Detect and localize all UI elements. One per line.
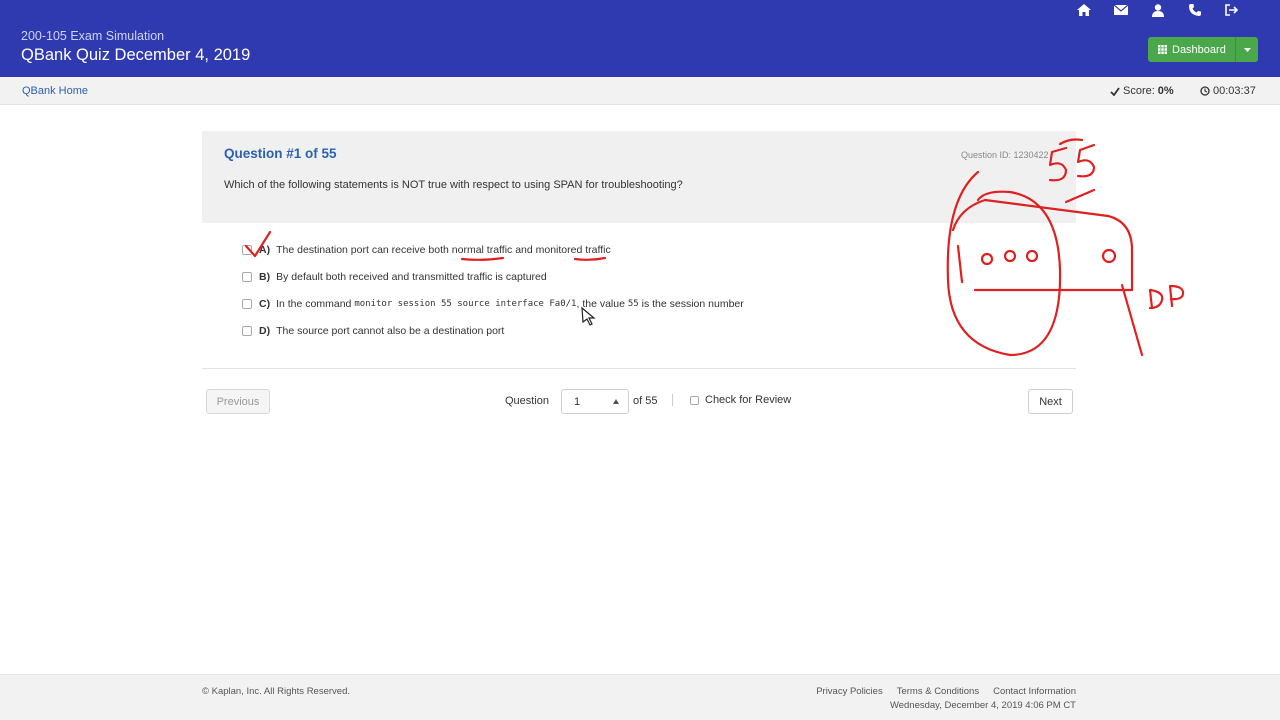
annotation-port-2 <box>1003 249 1017 263</box>
envelope-icon[interactable] <box>1102 0 1139 20</box>
annotation-port-1 <box>980 252 994 266</box>
review-checkbox[interactable] <box>690 395 699 405</box>
answer-letter: C) <box>259 298 271 310</box>
top-header: 200-105 Exam Simulation QBank Quiz Decem… <box>0 0 1280 77</box>
privacy-link[interactable]: Privacy Policies <box>816 686 883 697</box>
question-number: Question #1 of 55 <box>224 146 337 161</box>
grid-icon <box>1158 45 1167 54</box>
question-id: Question ID: 1230422 <box>961 150 1049 160</box>
phone-icon[interactable] <box>1176 0 1213 20</box>
answer-text-before: In the command <box>276 298 352 310</box>
copyright: © Kaplan, Inc. All Rights Reserved. <box>202 686 350 697</box>
answer-code: monitor session 55 source interface Fa0/… <box>354 299 577 309</box>
answer-checkbox[interactable] <box>242 299 252 309</box>
answer-letter: D) <box>259 325 271 337</box>
score-display: Score: 0% <box>1110 85 1174 97</box>
clock-icon <box>1200 86 1210 96</box>
annotation-port-3 <box>1025 249 1039 263</box>
sign-out-icon[interactable] <box>1213 0 1250 20</box>
answer-option-a[interactable]: A) The destination port can receive both… <box>242 244 611 256</box>
question-text: Which of the following statements is NOT… <box>224 179 683 191</box>
footer-links: Privacy Policies Terms & Conditions Cont… <box>816 686 1076 697</box>
quiz-title: QBank Quiz December 4, 2019 <box>21 46 251 64</box>
exam-subtitle: 200-105 Exam Simulation <box>21 29 165 43</box>
answer-code-value: 55 <box>627 299 639 309</box>
question-count: of 55 <box>633 395 658 407</box>
annotation-port-dest <box>1101 248 1117 264</box>
qbank-home-link[interactable]: QBank Home <box>22 85 88 97</box>
check-icon <box>1110 86 1120 96</box>
answer-option-c[interactable]: C) In the command monitor session 55 sou… <box>242 298 744 310</box>
answer-checkbox[interactable] <box>242 272 252 282</box>
annotation-dest-line <box>1120 283 1144 357</box>
contact-link[interactable]: Contact Information <box>993 686 1076 697</box>
annotation-underline-normal <box>460 256 505 261</box>
dashboard-label: Dashboard <box>1172 43 1226 56</box>
divider <box>202 368 1076 369</box>
question-select[interactable]: 1 <box>561 389 629 414</box>
answer-text: The destination port can receive both no… <box>276 244 611 256</box>
sub-header: QBank Home Score: 0% 00:03:37 <box>0 77 1280 105</box>
score-label: Score: <box>1123 85 1155 97</box>
timer-value: 00:03:37 <box>1213 85 1256 97</box>
timer-display: 00:03:37 <box>1200 85 1256 97</box>
answer-option-d[interactable]: D) The source port cannot also be a dest… <box>242 325 504 337</box>
review-label: Check for Review <box>705 394 792 406</box>
annotation-mark <box>956 244 964 284</box>
user-icon[interactable] <box>1139 0 1176 20</box>
home-icon[interactable] <box>1065 0 1102 20</box>
question-select-value: 1 <box>574 395 581 408</box>
annotation-dp <box>1148 284 1185 310</box>
dashboard-button[interactable]: Dashboard <box>1148 37 1258 62</box>
answer-option-b[interactable]: B) By default both received and transmit… <box>242 271 547 283</box>
caret-up-icon <box>613 399 619 404</box>
terms-link[interactable]: Terms & Conditions <box>897 686 979 697</box>
answer-letter: A) <box>259 244 271 256</box>
check-for-review[interactable]: Check for Review <box>690 394 791 406</box>
caret-down-icon[interactable] <box>1236 47 1258 52</box>
separator <box>672 394 673 406</box>
answer-text-after: is the session number <box>641 298 744 310</box>
top-icon-bar <box>1065 0 1250 20</box>
previous-button[interactable]: Previous <box>206 389 270 414</box>
annotation-underline-monitored <box>573 256 607 261</box>
score-value: 0% <box>1157 85 1174 97</box>
answer-letter: B) <box>259 271 271 283</box>
question-select-label: Question <box>505 395 550 407</box>
question-panel: Question #1 of 55 Question ID: 1230422 W… <box>202 131 1076 223</box>
footer-datetime: Wednesday, December 4, 2019 4:06 PM CT <box>889 700 1076 711</box>
hand-cursor-icon <box>581 306 596 326</box>
next-button[interactable]: Next <box>1028 389 1073 414</box>
answer-checkbox[interactable] <box>242 326 252 336</box>
footer: © Kaplan, Inc. All Rights Reserved. Priv… <box>0 674 1280 720</box>
answer-checkbox[interactable] <box>242 245 252 255</box>
answer-text: By default both received and transmitted… <box>276 271 547 283</box>
answer-text: The source port cannot also be a destina… <box>276 325 505 337</box>
handwritten-annotation-overlay <box>244 138 1185 357</box>
